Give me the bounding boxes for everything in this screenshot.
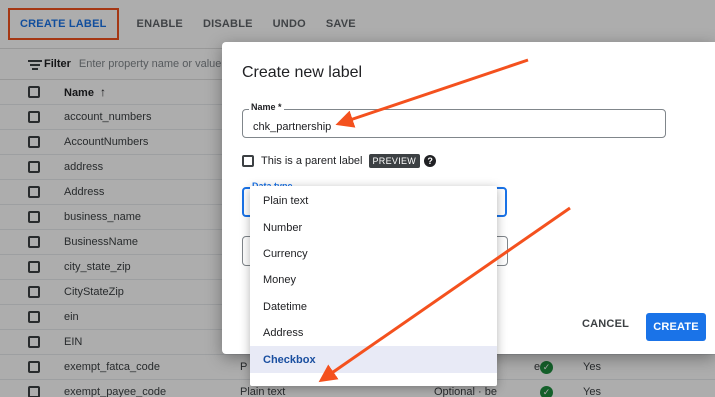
create-button[interactable]: CREATE [646, 313, 706, 341]
parent-label-text: This is a parent label [261, 155, 363, 167]
data-type-option-datetime[interactable]: Datetime [250, 294, 497, 320]
help-icon[interactable]: ? [424, 155, 437, 167]
name-field-label: Name * [249, 102, 284, 112]
data-type-option-currency[interactable]: Currency [250, 241, 497, 267]
data-type-dropdown: Plain text Number Currency Money Datetim… [250, 186, 497, 386]
data-type-option-number[interactable]: Number [250, 214, 497, 240]
data-type-option-plain-text[interactable]: Plain text [250, 188, 497, 214]
name-field[interactable]: Name * chk_partnership [242, 102, 666, 138]
parent-label-option: This is a parent label PREVIEW ? [242, 154, 437, 168]
parent-label-checkbox[interactable] [242, 155, 254, 167]
data-type-option-money[interactable]: Money [250, 267, 497, 293]
preview-badge: PREVIEW [368, 154, 421, 168]
data-type-option-checkbox[interactable]: Checkbox [250, 346, 497, 373]
cancel-button[interactable]: CANCEL [582, 318, 629, 330]
data-type-option-address[interactable]: Address [250, 320, 497, 346]
dialog-title: Create new label [242, 64, 363, 81]
name-field-value: chk_partnership [253, 121, 332, 133]
